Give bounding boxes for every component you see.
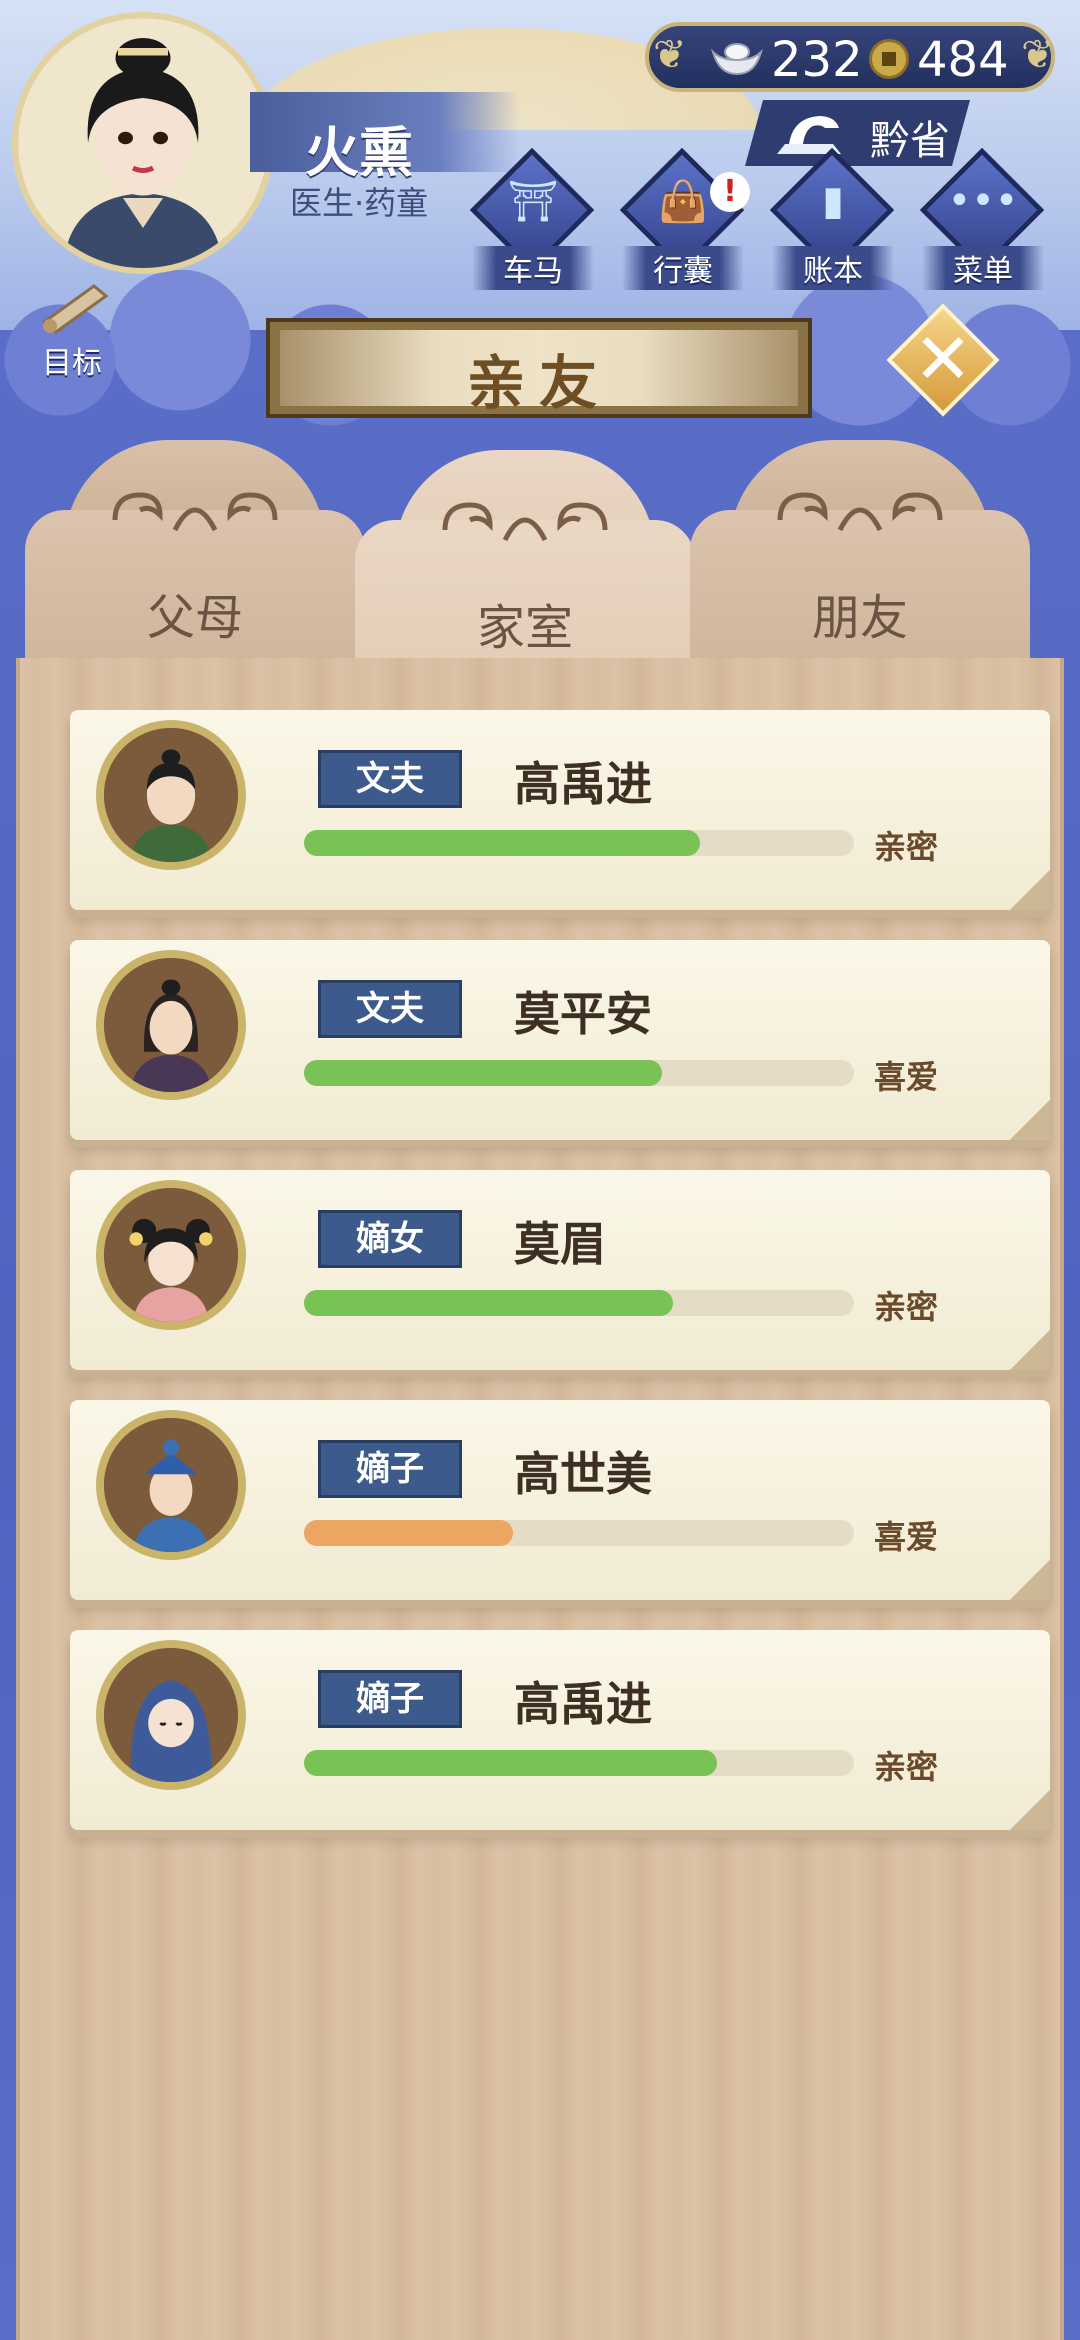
tab-parents[interactable]: 父母 — [25, 440, 365, 670]
carriage-label: 车马 — [472, 246, 594, 290]
relative-name: 莫眉 — [514, 1217, 606, 1271]
affinity-level: 亲密 — [874, 828, 939, 866]
cloud-swirl-icon — [442, 502, 608, 542]
tab-family-label: 家室 — [476, 600, 573, 656]
cloud-swirl-icon — [777, 492, 943, 532]
carriage-button[interactable]: ⛩ 车马 — [469, 147, 595, 290]
page-title: 亲友 — [466, 349, 611, 417]
role-badge: 文夫 — [318, 750, 462, 808]
affinity-fill — [304, 1750, 717, 1776]
affinity-fill — [304, 1060, 662, 1086]
son-portrait-icon — [104, 1418, 238, 1552]
relative-card[interactable]: 嫡子 高世美 喜爱 — [70, 1400, 1050, 1600]
husband-portrait-icon — [104, 728, 238, 862]
relative-portrait — [96, 720, 246, 870]
affinity-level: 亲密 — [874, 1748, 939, 1786]
alert-icon: ! — [710, 172, 750, 212]
relative-portrait — [96, 950, 246, 1100]
ledger-label: 账本 — [772, 246, 894, 290]
bamboo-right-icon: ❦ — [1021, 32, 1055, 78]
province-button[interactable]: 黔省 — [745, 100, 970, 166]
affinity-fill — [304, 830, 700, 856]
relative-name: 高禹进 — [514, 1677, 652, 1731]
relative-portrait — [96, 1180, 246, 1330]
role-badge: 嫡子 — [318, 1670, 462, 1728]
bag-label: 行囊 — [622, 246, 744, 290]
goal-button[interactable]: 目标 — [12, 278, 132, 381]
relative-card[interactable]: 文夫 莫平安 喜爱 — [70, 940, 1050, 1140]
carriage-icon: ⛩ — [507, 179, 559, 225]
relative-portrait — [96, 1410, 246, 1560]
bamboo-left-icon: ❦ — [653, 32, 687, 78]
ledger-button[interactable]: ▮ 账本 — [769, 147, 895, 290]
affinity-level: 喜爱 — [874, 1058, 939, 1096]
player-name: 火熏 — [305, 121, 413, 184]
relative-name: 高世美 — [514, 1447, 652, 1501]
scroll-icon — [41, 284, 109, 334]
affinity-bar — [304, 1520, 854, 1546]
ledger-icon: ▮ — [821, 178, 844, 224]
cloud-swirl-icon — [112, 492, 278, 532]
tab-friends[interactable]: 朋友 — [690, 440, 1030, 670]
player-portrait-icon — [18, 18, 268, 268]
role-badge: 嫡女 — [318, 1210, 462, 1268]
copper-coin-icon — [869, 39, 909, 79]
affinity-fill — [304, 1290, 673, 1316]
goal-label: 目标 — [42, 346, 102, 381]
tab-family[interactable]: 家室 — [355, 450, 695, 680]
affinity-bar — [304, 1290, 854, 1316]
coin-amount: 484 — [917, 32, 1009, 88]
affinity-level: 喜爱 — [874, 1518, 939, 1556]
tab-friends-label: 朋友 — [811, 590, 908, 646]
title-banner: 亲友 — [266, 318, 812, 418]
affinity-fill — [304, 1520, 513, 1546]
relative-card[interactable]: 文夫 高禹进 亲密 — [70, 710, 1050, 910]
player-title: 医生·药童 — [290, 184, 429, 222]
silver-ingot-icon — [711, 43, 763, 76]
bag-button[interactable]: 👜 ! 行囊 — [619, 147, 750, 290]
affinity-level: 亲密 — [874, 1288, 939, 1326]
player-avatar[interactable] — [12, 12, 274, 274]
husband-portrait-icon — [104, 958, 238, 1092]
relatives-panel: 文夫 高禹进 亲密 文夫 莫平安 喜爱 嫡女 莫眉 亲密 嫡子 高世美 喜爱 嫡… — [16, 658, 1064, 2340]
relative-card[interactable]: 嫡女 莫眉 亲密 — [70, 1170, 1050, 1370]
affinity-bar — [304, 830, 854, 856]
more-icon: ••• — [947, 178, 1019, 224]
daughter-portrait-icon — [104, 1188, 238, 1322]
relative-name: 莫平安 — [514, 987, 652, 1041]
baby-portrait-icon — [104, 1648, 238, 1782]
currency-bar: ❦ 232 484 ❦ — [645, 22, 1055, 92]
relative-portrait — [96, 1640, 246, 1790]
role-badge: 嫡子 — [318, 1440, 462, 1498]
silver-amount: 232 — [771, 32, 863, 88]
relative-card[interactable]: 嫡子 高禹进 亲密 — [70, 1630, 1050, 1830]
more-menu-button[interactable]: ••• 菜单 — [919, 147, 1045, 290]
affinity-bar — [304, 1750, 854, 1776]
menu-label: 菜单 — [922, 246, 1044, 290]
province-name: 黔省 — [870, 118, 950, 164]
role-badge: 文夫 — [318, 980, 462, 1038]
relative-name: 高禹进 — [514, 757, 652, 811]
affinity-bar — [304, 1060, 854, 1086]
close-icon: ✕ — [913, 318, 973, 400]
tab-parents-label: 父母 — [146, 590, 243, 646]
